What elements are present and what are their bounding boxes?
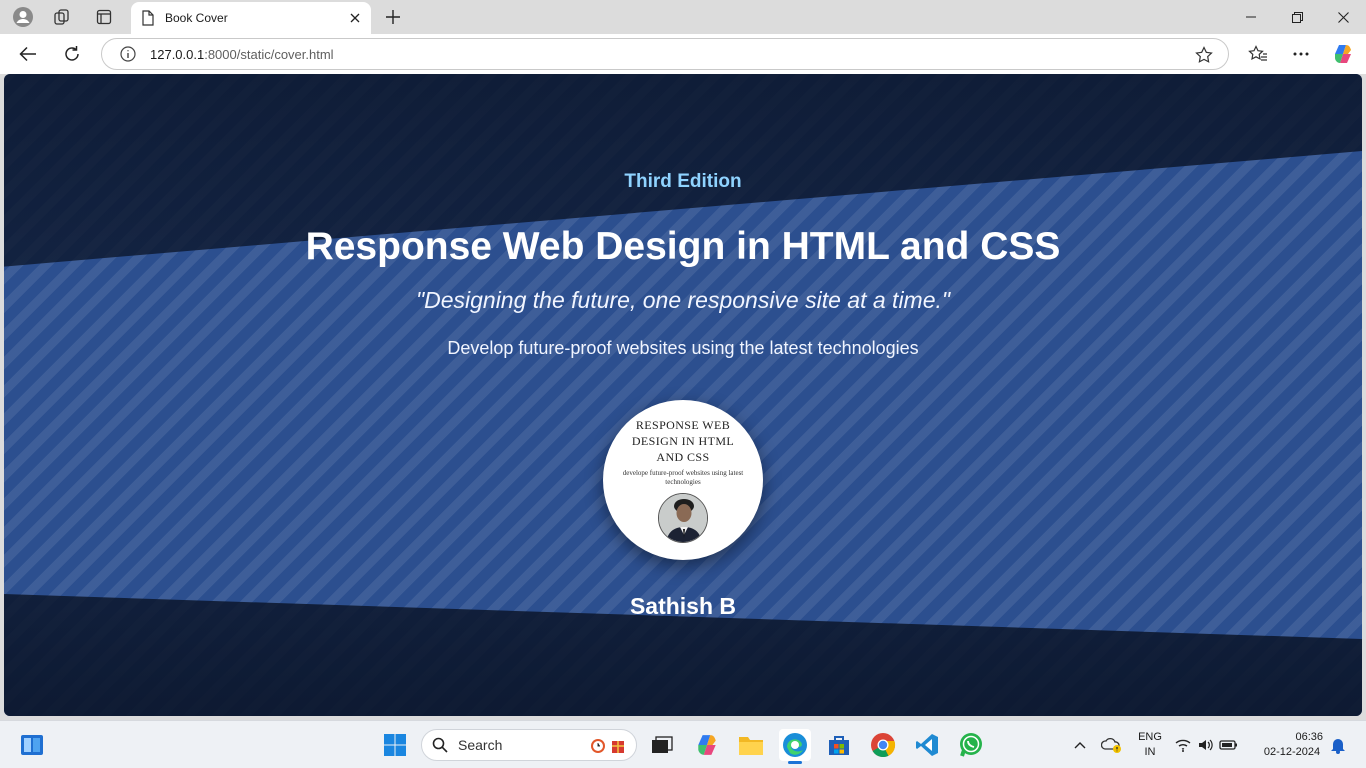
copilot-icon bbox=[1335, 45, 1351, 63]
whatsapp-button[interactable] bbox=[955, 729, 987, 761]
favorite-star-button[interactable] bbox=[1192, 43, 1216, 67]
url-text: 127.0.0.1:8000/static/cover.html bbox=[150, 47, 334, 62]
edition-label: Third Edition bbox=[624, 171, 742, 192]
tab-actions-icon bbox=[96, 9, 112, 25]
clock-date: 02-12-2024 bbox=[1263, 746, 1321, 758]
widgets-icon bbox=[21, 735, 43, 755]
clock-time: 06:36 bbox=[1295, 731, 1323, 743]
tagline-quote: "Designing the future, one responsive si… bbox=[415, 287, 951, 313]
vscode-button[interactable] bbox=[911, 729, 943, 761]
plus-icon bbox=[386, 10, 400, 24]
search-icon bbox=[432, 737, 448, 753]
active-app-indicator bbox=[788, 761, 802, 764]
workspaces-button[interactable] bbox=[45, 3, 79, 31]
browser-toolbar: 127.0.0.1:8000/static/cover.html bbox=[0, 34, 1366, 74]
clock[interactable]: 06:36 02-12-2024 bbox=[1254, 730, 1330, 760]
file-explorer-button[interactable] bbox=[735, 729, 767, 761]
language-indicator[interactable]: ENG IN bbox=[1134, 730, 1166, 760]
start-button[interactable] bbox=[379, 729, 411, 761]
book-title: Response Web Design in HTML and CSS bbox=[305, 225, 1061, 268]
address-bar[interactable]: 127.0.0.1:8000/static/cover.html bbox=[101, 38, 1229, 70]
workspaces-icon bbox=[54, 9, 69, 25]
vscode-icon bbox=[916, 734, 938, 756]
search-label: Search bbox=[458, 737, 503, 753]
restore-button[interactable] bbox=[1274, 0, 1320, 34]
task-view-icon bbox=[652, 736, 673, 753]
cloud-warning-icon bbox=[1101, 737, 1121, 753]
edge-icon bbox=[783, 733, 807, 757]
store-button[interactable] bbox=[823, 729, 855, 761]
restore-icon bbox=[1291, 11, 1303, 23]
tab-close-button[interactable] bbox=[343, 6, 367, 30]
book-description: Develop future-proof websites using the … bbox=[447, 338, 919, 358]
task-view-button[interactable] bbox=[646, 729, 678, 761]
tab-book-cover[interactable]: Book Cover bbox=[131, 2, 371, 34]
notifications-button[interactable] bbox=[1322, 729, 1354, 761]
taskbar: Search ENG IN 06:36 02-12-2024 bbox=[0, 720, 1366, 768]
widgets-button[interactable] bbox=[16, 729, 48, 761]
page-viewport: Third Edition Response Web Design in HTM… bbox=[4, 74, 1362, 716]
chrome-icon bbox=[871, 733, 896, 758]
url-path: :8000/static/cover.html bbox=[204, 46, 334, 62]
back-button[interactable] bbox=[12, 38, 44, 70]
author-name: Sathish B bbox=[629, 593, 737, 619]
person-icon bbox=[659, 494, 707, 542]
search-highlight-icon bbox=[591, 739, 624, 753]
page-icon bbox=[142, 10, 154, 26]
quick-settings-button[interactable] bbox=[1172, 729, 1242, 761]
author-photo bbox=[658, 493, 708, 543]
vertical-tabs-button[interactable] bbox=[87, 3, 121, 31]
store-icon bbox=[829, 736, 849, 755]
back-arrow-icon bbox=[19, 46, 36, 62]
profile-icon bbox=[13, 7, 33, 27]
close-icon bbox=[350, 13, 360, 23]
copilot-button[interactable] bbox=[1327, 38, 1359, 70]
network-volume-battery-icons bbox=[1175, 739, 1237, 752]
new-tab-button[interactable] bbox=[380, 4, 406, 30]
windows-icon bbox=[384, 734, 406, 756]
close-window-button[interactable] bbox=[1320, 0, 1366, 34]
cover-badge: RESPONSE WEB DESIGN IN HTML AND CSS deve… bbox=[603, 400, 763, 560]
tab-title: Book Cover bbox=[165, 11, 228, 25]
taskbar-search[interactable]: Search bbox=[421, 729, 637, 761]
site-info-icon[interactable] bbox=[116, 42, 140, 66]
region-code: IN bbox=[1144, 746, 1156, 758]
minimize-icon bbox=[1246, 16, 1256, 18]
url-host: 127.0.0.1 bbox=[150, 46, 205, 62]
refresh-button[interactable] bbox=[56, 38, 88, 70]
language-code: ENG bbox=[1138, 731, 1162, 743]
folder-icon bbox=[739, 737, 763, 755]
refresh-icon bbox=[65, 46, 79, 61]
edge-taskbar-button[interactable] bbox=[779, 729, 811, 764]
favorites-icon bbox=[1248, 45, 1267, 61]
show-hidden-icons-button[interactable] bbox=[1064, 729, 1096, 761]
star-icon bbox=[1195, 46, 1213, 63]
bell-icon bbox=[1331, 739, 1345, 754]
badge-title: RESPONSE WEB DESIGN IN HTML AND CSS bbox=[631, 418, 735, 464]
settings-menu-button[interactable] bbox=[1285, 38, 1317, 70]
chevron-up-icon bbox=[1074, 742, 1086, 749]
browser-tab-strip: Book Cover bbox=[0, 0, 1366, 34]
whatsapp-icon bbox=[960, 733, 982, 757]
copilot-taskbar-button[interactable] bbox=[691, 729, 723, 761]
minimize-button[interactable] bbox=[1228, 0, 1274, 34]
badge-subtitle: develope future-proof websites using lat… bbox=[622, 469, 744, 486]
favorites-button[interactable] bbox=[1242, 38, 1274, 70]
profile-button[interactable] bbox=[6, 3, 40, 31]
more-dots-icon bbox=[1293, 52, 1309, 56]
onedrive-status-button[interactable] bbox=[1096, 729, 1128, 761]
copilot-icon bbox=[698, 735, 716, 755]
chrome-button[interactable] bbox=[867, 729, 899, 761]
close-icon bbox=[1337, 11, 1349, 23]
